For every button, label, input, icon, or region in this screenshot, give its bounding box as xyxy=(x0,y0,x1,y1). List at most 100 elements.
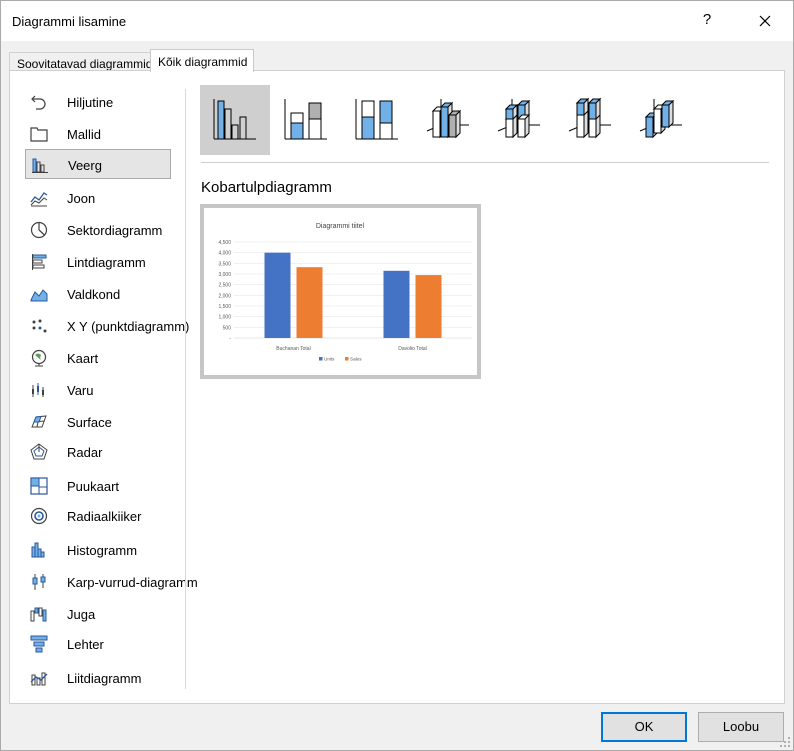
resize-grip-icon[interactable] xyxy=(779,736,791,748)
tab-panel: Hiljutine Mallid Veerg Joon Sektordiagramm Li… xyxy=(9,70,785,704)
sidebar-item-box-whisker[interactable]: Karp-vurrud-diagramm xyxy=(25,567,198,597)
column-chart-icon xyxy=(32,158,48,173)
sidebar-item-histogram[interactable]: Histogramm xyxy=(25,535,171,565)
stacked-100-column-icon xyxy=(355,99,398,140)
sidebar-item-waterfall[interactable]: Juga xyxy=(25,599,171,629)
y-tick-label: 4,500 xyxy=(218,240,231,246)
chart-type-list: Hiljutine Mallid Veerg Joon Sektordiagramm Li… xyxy=(10,71,198,693)
sidebar-item-line-chart[interactable]: Joon xyxy=(25,183,171,213)
ok-button[interactable]: OK xyxy=(601,712,687,742)
cancel-button[interactable]: Loobu xyxy=(698,712,784,742)
y-tick-label: 1,500 xyxy=(218,304,231,310)
y-tick-label: 500 xyxy=(223,325,232,331)
stacked-column-icon xyxy=(284,99,327,140)
sidebar-item-pie-chart[interactable]: Sektordiagramm xyxy=(25,215,171,245)
sidebar-item-label: Joon xyxy=(67,191,96,206)
sidebar-divider xyxy=(185,89,186,689)
sidebar-item-area-chart[interactable]: Valdkond xyxy=(25,279,171,309)
stock-chart-icon xyxy=(32,383,44,397)
radar-chart-icon xyxy=(30,443,48,460)
globe-icon xyxy=(31,349,47,367)
waterfall-icon xyxy=(30,607,47,622)
tab-recommended-charts[interactable]: Soovitatavad diagrammid xyxy=(9,52,160,71)
chart-preview[interactable]: Diagrammi tiitel - 500 1,000 1,500 2,000 2,500… xyxy=(200,204,481,379)
sunburst-icon xyxy=(30,507,48,525)
close-button[interactable] xyxy=(749,5,781,37)
sidebar-item-label: Juga xyxy=(67,607,96,622)
insert-chart-dialog: Diagrammi lisamine ? Soovitatavad diagra… xyxy=(0,0,794,751)
chart-subtype-gallery xyxy=(200,85,780,155)
subtype-3d-clustered-column[interactable] xyxy=(413,85,483,155)
folder-icon xyxy=(30,127,48,142)
sidebar-item-radar-chart[interactable]: Radar xyxy=(25,437,171,467)
x-tick-label: Buchanan Total xyxy=(276,346,310,352)
title-bar: Diagrammi lisamine ? xyxy=(1,1,793,41)
y-tick-label: 1,000 xyxy=(218,315,231,321)
subtype-3d-stacked-column[interactable] xyxy=(484,85,554,155)
sidebar-item-column-chart[interactable]: Veerg xyxy=(25,149,171,179)
sidebar-item-globe[interactable]: Kaart xyxy=(25,343,171,373)
tab-all-charts[interactable]: Kõik diagrammid xyxy=(150,49,255,72)
3d-column-icon xyxy=(639,99,682,139)
subtype-3d-column[interactable] xyxy=(626,85,696,155)
preview-chart: Diagrammi tiitel - 500 1,000 1,500 2,000 2,500… xyxy=(218,223,472,362)
combo-chart-icon xyxy=(30,672,48,686)
subtype-stacked-column[interactable] xyxy=(271,85,341,155)
sidebar-item-surface-chart[interactable]: Surface xyxy=(25,407,171,437)
sidebar-item-folder[interactable]: Mallid xyxy=(25,119,171,149)
sidebar-item-label: Sektordiagramm xyxy=(67,223,163,238)
undo-icon xyxy=(31,95,46,110)
bar-units-0 xyxy=(264,252,291,338)
surface-chart-icon xyxy=(31,415,47,428)
gallery-separator xyxy=(201,162,769,163)
sidebar-item-combo-chart[interactable]: Liitdiagramm xyxy=(25,663,171,693)
sidebar-item-label: Surface xyxy=(67,415,112,430)
dialog-title: Diagrammi lisamine xyxy=(12,14,127,29)
sidebar-item-label: Veerg xyxy=(68,158,102,173)
sidebar-item-scatter-chart[interactable]: X Y (punktdiagramm) xyxy=(25,311,189,341)
y-tick-label: - xyxy=(229,336,231,342)
3d-clustered-column-icon xyxy=(426,99,469,139)
sidebar-item-label: Hiljutine xyxy=(67,95,114,110)
sidebar-item-label: Kaart xyxy=(67,351,99,366)
sidebar-item-label: Histogramm xyxy=(67,543,138,558)
funnel-icon xyxy=(30,635,48,653)
y-tick-label: 2,500 xyxy=(218,283,231,289)
line-chart-icon xyxy=(30,192,48,207)
pie-chart-icon xyxy=(30,221,48,239)
y-tick-label: 3,500 xyxy=(218,261,231,267)
sidebar-item-label: Lehter xyxy=(67,637,104,652)
x-tick-label: Davolio Total xyxy=(398,346,427,352)
selected-subtype-name: Kobartulpdiagramm xyxy=(201,179,332,196)
scatter-chart-icon xyxy=(32,319,47,333)
sidebar-item-label: X Y (punktdiagramm) xyxy=(67,319,190,334)
y-tick-label: 2,000 xyxy=(218,293,231,299)
y-tick-label: 3,000 xyxy=(218,272,231,278)
sidebar-item-bar-chart[interactable]: Lintdiagramm xyxy=(25,247,171,277)
sidebar-item-stock-chart[interactable]: Varu xyxy=(25,375,171,405)
chart-title: Diagrammi tiitel xyxy=(316,223,365,230)
bar-sales-1 xyxy=(415,275,442,338)
sidebar-item-undo[interactable]: Hiljutine xyxy=(25,87,171,117)
sidebar-item-label: Karp-vurrud-diagramm xyxy=(67,575,198,590)
legend-label: Units xyxy=(324,357,335,362)
close-icon xyxy=(759,15,771,27)
sidebar-item-label: Puukaart xyxy=(67,479,120,494)
subtype-clustered-column[interactable] xyxy=(200,85,270,155)
sidebar-item-label: Lintdiagramm xyxy=(67,255,146,270)
bar-sales-0 xyxy=(296,267,323,338)
sidebar-item-label: Liitdiagramm xyxy=(67,671,142,686)
histogram-icon xyxy=(31,542,45,558)
subtype-3d-stacked-100-column[interactable] xyxy=(555,85,625,155)
subtype-stacked-100-column[interactable] xyxy=(342,85,412,155)
sidebar-item-funnel[interactable]: Lehter xyxy=(25,629,171,659)
help-button[interactable]: ? xyxy=(691,5,723,37)
sidebar-item-label: Varu xyxy=(67,383,94,398)
legend-label: Sales xyxy=(350,357,362,362)
box-whisker-icon xyxy=(32,574,46,590)
clustered-column-icon xyxy=(213,99,256,140)
sidebar-item-sunburst[interactable]: Radiaalkiiker xyxy=(25,501,171,531)
sidebar-item-label: Mallid xyxy=(67,127,101,142)
3d-stacked-column-icon xyxy=(497,99,540,139)
sidebar-item-treemap[interactable]: Puukaart xyxy=(25,471,171,501)
